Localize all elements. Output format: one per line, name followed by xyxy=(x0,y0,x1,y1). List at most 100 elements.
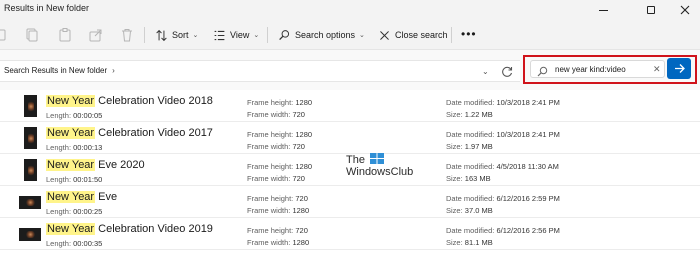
file-name-rest: Celebration Video 2019 xyxy=(95,223,213,235)
share-button[interactable] xyxy=(88,27,104,43)
frame-height-meta: Frame height: 720 xyxy=(247,226,308,235)
minimize-button[interactable] xyxy=(588,2,618,18)
file-name: New Year Celebration Video 2017 xyxy=(46,127,213,139)
file-name: New Year Eve 2020 xyxy=(46,159,145,171)
refresh-button[interactable] xyxy=(500,65,514,79)
search-icon xyxy=(537,64,548,77)
file-name-rest: Eve 2020 xyxy=(95,159,145,171)
list-item[interactable]: New Year Celebration Video 2019 Length: … xyxy=(0,218,700,250)
frame-width-meta: Frame width: 1280 xyxy=(247,206,310,215)
video-thumbnail xyxy=(19,228,41,241)
close-window-button[interactable] xyxy=(670,2,700,18)
search-match-highlight: New Year xyxy=(46,191,96,203)
view-icon xyxy=(214,30,225,40)
search-match-highlight: New Year xyxy=(46,223,96,235)
video-thumbnail xyxy=(24,159,37,181)
maximize-icon xyxy=(647,6,655,14)
length-meta: Length: 00:00:35 xyxy=(46,239,103,248)
divider xyxy=(144,27,145,43)
search-options-label: Search options xyxy=(295,30,356,40)
frame-height-meta: Frame height: 1280 xyxy=(247,98,313,107)
watermark-logo-icon xyxy=(370,151,384,164)
close-search-label: Close search xyxy=(395,30,448,40)
cut-icon xyxy=(0,29,6,41)
file-name: New Year Celebration Video 2019 xyxy=(46,223,213,235)
date-modified-meta: Date modified: 4/5/2018 11:30 AM xyxy=(446,162,559,171)
size-meta: Size: 1.22 MB xyxy=(446,110,493,119)
search-match-highlight: New Year xyxy=(46,95,96,107)
size-meta: Size: 37.0 MB xyxy=(446,206,493,215)
clear-search-icon[interactable]: ✕ xyxy=(653,64,661,75)
chevron-right-icon: › xyxy=(112,66,115,75)
file-name-rest: Celebration Video 2018 xyxy=(95,95,213,107)
video-thumbnail xyxy=(19,196,41,209)
frame-width-meta: Frame width: 720 xyxy=(247,174,305,183)
address-bar[interactable]: Search Results in New folder › ⌄ xyxy=(0,60,520,82)
sort-label: Sort xyxy=(172,30,189,40)
chevron-down-icon: ⌄ xyxy=(253,32,260,39)
frame-height-meta: Frame height: 1280 xyxy=(247,162,313,171)
maximize-button[interactable] xyxy=(636,2,666,18)
delete-button[interactable] xyxy=(119,27,135,43)
video-thumbnail xyxy=(24,127,37,149)
list-item[interactable]: New Year Celebration Video 2017 Length: … xyxy=(0,122,700,154)
length-meta: Length: 00:00:05 xyxy=(46,111,103,120)
file-name: New Year Celebration Video 2018 xyxy=(46,95,213,107)
window-title: Results in New folder xyxy=(4,3,90,13)
cut-button[interactable] xyxy=(0,27,10,43)
more-icon[interactable]: ••• xyxy=(461,28,477,40)
breadcrumb-label: Search Results in New folder xyxy=(4,66,108,75)
date-modified-meta: Date modified: 10/3/2018 2:41 PM xyxy=(446,130,560,139)
date-modified-meta: Date modified: 6/12/2016 2:59 PM xyxy=(446,194,560,203)
size-meta: Size: 1.97 MB xyxy=(446,142,493,151)
file-name-rest: Celebration Video 2017 xyxy=(95,127,213,139)
chevron-down-icon: ⌄ xyxy=(192,32,199,39)
refresh-icon xyxy=(502,66,513,77)
copy-icon xyxy=(26,28,38,42)
share-icon xyxy=(89,29,102,42)
minimize-icon xyxy=(598,9,608,11)
date-modified-meta: Date modified: 10/3/2018 2:41 PM xyxy=(446,98,560,107)
frame-height-meta: Frame height: 1280 xyxy=(247,130,313,139)
size-meta: Size: 81.1 MB xyxy=(446,238,493,247)
divider xyxy=(267,27,268,43)
frame-width-meta: Frame width: 720 xyxy=(247,142,305,151)
search-go-button[interactable] xyxy=(667,58,691,79)
breadcrumb[interactable]: Search Results in New folder › xyxy=(4,66,115,75)
frame-height-meta: Frame height: 720 xyxy=(247,194,308,203)
sort-button[interactable]: Sort ⌄ xyxy=(155,26,198,44)
length-meta: Length: 00:01:50 xyxy=(46,175,103,184)
chevron-down-icon: ⌄ xyxy=(359,32,365,39)
chevron-down-icon[interactable]: ⌄ xyxy=(482,67,489,76)
divider xyxy=(451,27,452,43)
copy-button[interactable] xyxy=(24,27,40,43)
length-meta: Length: 00:00:13 xyxy=(46,143,103,152)
view-button[interactable]: View ⌄ xyxy=(213,26,259,44)
file-name: New Year Eve xyxy=(46,191,117,203)
title-bar: Results in New folder xyxy=(0,0,700,20)
frame-width-meta: Frame width: 720 xyxy=(247,110,305,119)
size-meta: Size: 163 MB xyxy=(446,174,491,183)
date-modified-meta: Date modified: 6/12/2016 2:56 PM xyxy=(446,226,560,235)
video-thumbnail xyxy=(24,95,37,117)
file-name-rest: Eve xyxy=(95,191,118,203)
command-bar: Sort ⌄ View ⌄ Search options ⌄ Close sea… xyxy=(0,20,700,50)
search-match-highlight: New Year xyxy=(46,127,96,139)
view-label: View xyxy=(230,30,250,40)
close-search-button[interactable]: Close search xyxy=(378,26,448,44)
watermark-line-2: WindowsClub xyxy=(346,166,414,178)
search-options-icon xyxy=(279,29,290,40)
delete-icon xyxy=(122,29,132,42)
frame-width-meta: Frame width: 1280 xyxy=(247,238,310,247)
paste-icon xyxy=(59,28,71,42)
close-icon xyxy=(380,30,389,40)
search-box[interactable]: ✕ xyxy=(530,60,665,78)
search-match-highlight: New Year xyxy=(46,159,96,171)
list-item[interactable]: New Year Eve Length: 00:00:25 Frame heig… xyxy=(0,186,700,218)
paste-button[interactable] xyxy=(57,27,73,43)
search-input[interactable] xyxy=(555,63,647,76)
search-options-button[interactable]: Search options ⌄ xyxy=(278,26,365,44)
list-item[interactable]: New Year Celebration Video 2018 Length: … xyxy=(0,90,700,122)
close-window-icon xyxy=(680,5,690,15)
arrow-right-icon xyxy=(674,64,685,73)
